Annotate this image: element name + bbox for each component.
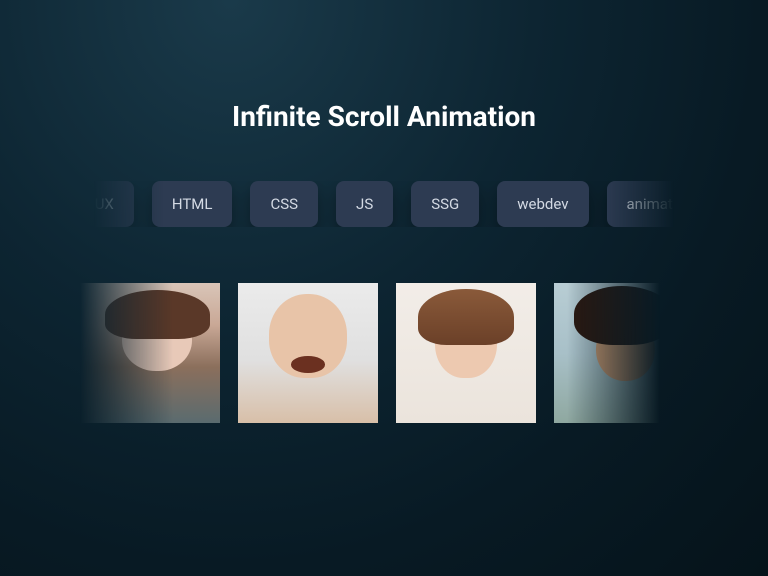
tag-item[interactable]: CSS [250,181,318,227]
tags-scroller: UI/UX HTML CSS JS SSG webdev animation [94,181,674,227]
image-card [554,283,694,423]
image-card [396,283,536,423]
images-scroller [80,283,660,423]
tag-item[interactable]: UI/UX [55,181,134,227]
tag-item[interactable]: animation [607,181,714,227]
image-card [80,283,220,423]
page-title: Infinite Scroll Animation [232,100,536,133]
image-card [238,283,378,423]
tag-item[interactable]: SSG [411,181,479,227]
tag-item[interactable]: HTML [152,181,233,227]
tag-item[interactable]: webdev [497,181,588,227]
tag-item[interactable]: JS [336,181,393,227]
